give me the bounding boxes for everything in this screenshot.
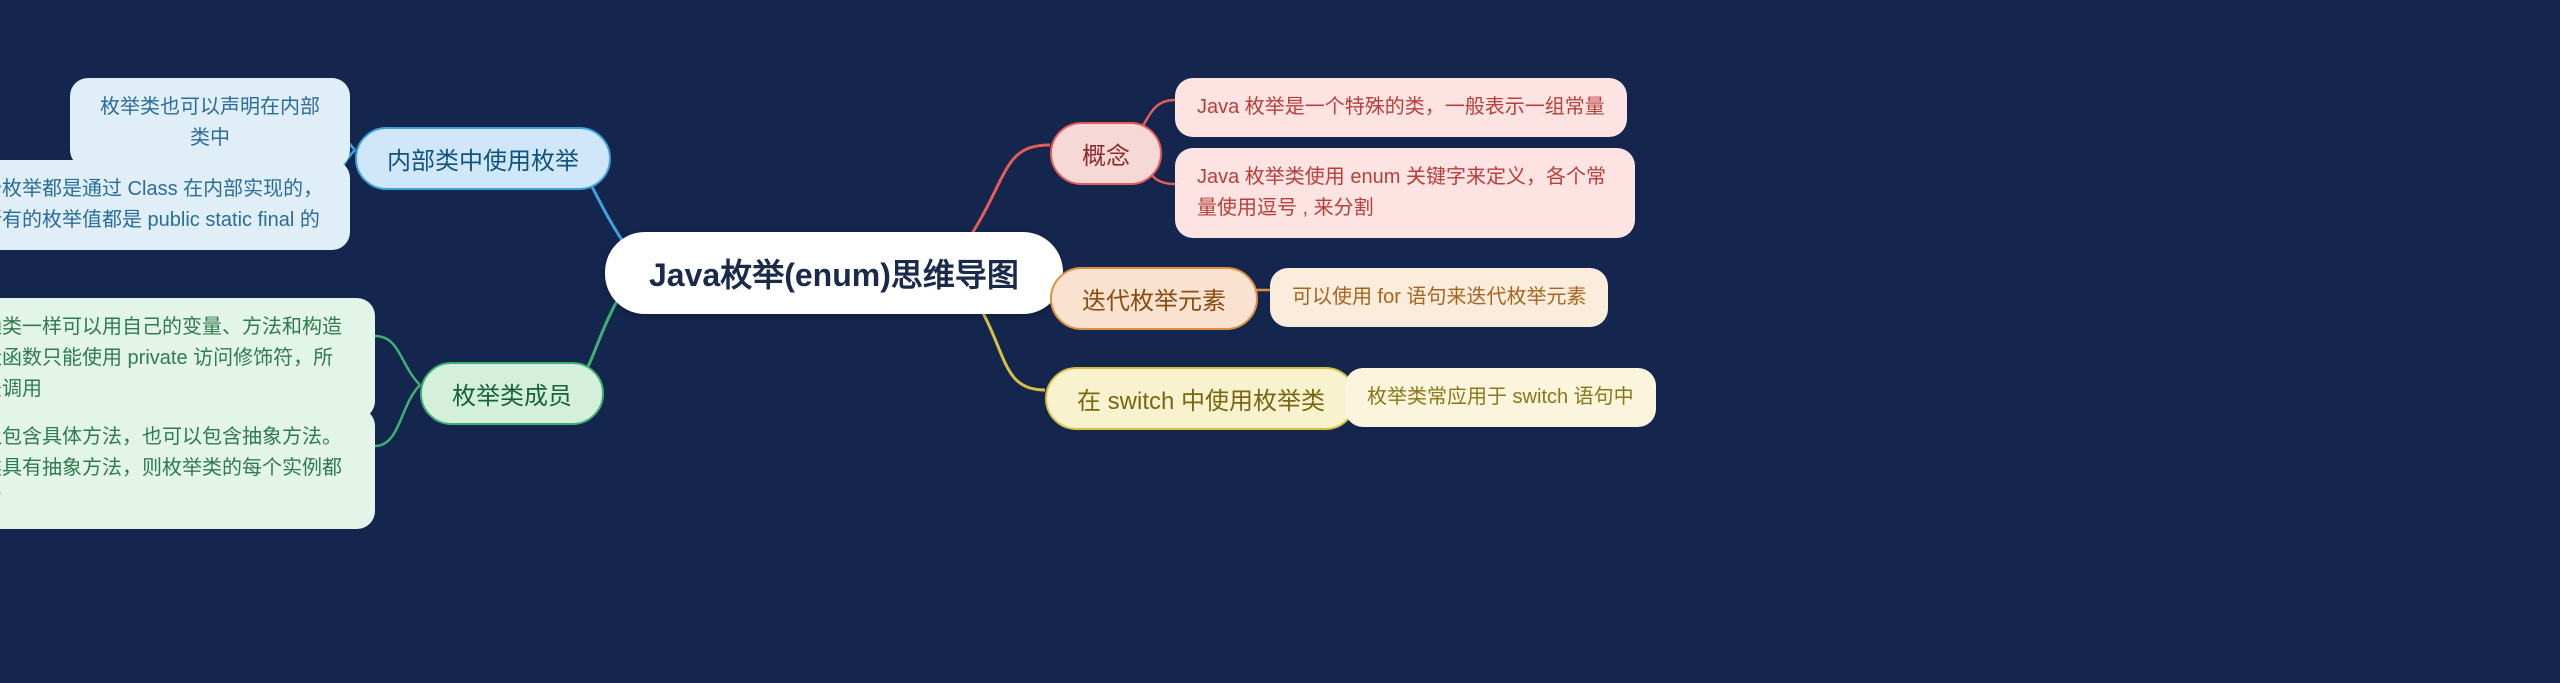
branch-iterate[interactable]: 迭代枚举元素: [1050, 267, 1258, 330]
leaf-iterate-0-text: 可以使用 for 语句来迭代枚举元素: [1292, 282, 1586, 313]
leaf-concept-1[interactable]: Java 枚举类使用 enum 关键字来定义，各个常量使用逗号 , 来分割: [1175, 148, 1635, 238]
root-title: Java枚举(enum)思维导图: [649, 250, 1019, 296]
leaf-members-0[interactable]: 枚举跟普通类一样可以用自己的变量、方法和构造函数，构造函数只能使用 privat…: [0, 298, 375, 419]
branch-concept-label: 概念: [1082, 136, 1130, 171]
leaf-inner-0-text: 枚举类也可以声明在内部类中: [92, 92, 328, 154]
leaf-members-1-text: 枚举既可以包含具体方法，也可以包含抽象方法。如果枚举类具有抽象方法，则枚举类的每…: [0, 422, 353, 515]
branch-iterate-label: 迭代枚举元素: [1082, 281, 1226, 316]
leaf-members-1[interactable]: 枚举既可以包含具体方法，也可以包含抽象方法。如果枚举类具有抽象方法，则枚举类的每…: [0, 408, 375, 529]
leaf-switch-0-text: 枚举类常应用于 switch 语句中: [1367, 382, 1634, 413]
branch-inner[interactable]: 内部类中使用枚举: [355, 127, 611, 190]
leaf-inner-1[interactable]: 每个枚举都是通过 Class 在内部实现的，且所有的枚举值都是 public s…: [0, 160, 350, 250]
branch-switch-label: 在 switch 中使用枚举类: [1077, 381, 1325, 416]
branch-switch[interactable]: 在 switch 中使用枚举类: [1045, 367, 1357, 430]
leaf-inner-0[interactable]: 枚举类也可以声明在内部类中: [70, 78, 350, 168]
branch-concept[interactable]: 概念: [1050, 122, 1162, 185]
leaf-switch-0[interactable]: 枚举类常应用于 switch 语句中: [1345, 368, 1656, 427]
leaf-concept-0-text: Java 枚举是一个特殊的类，一般表示一组常量: [1197, 92, 1605, 123]
leaf-iterate-0[interactable]: 可以使用 for 语句来迭代枚举元素: [1270, 268, 1608, 327]
leaf-members-0-text: 枚举跟普通类一样可以用自己的变量、方法和构造函数，构造函数只能使用 privat…: [0, 312, 353, 405]
branch-members-label: 枚举类成员: [452, 376, 572, 411]
branch-inner-label: 内部类中使用枚举: [387, 141, 579, 176]
leaf-inner-1-text: 每个枚举都是通过 Class 在内部实现的，且所有的枚举值都是 public s…: [0, 174, 328, 236]
root-node[interactable]: Java枚举(enum)思维导图: [605, 232, 1063, 314]
leaf-concept-1-text: Java 枚举类使用 enum 关键字来定义，各个常量使用逗号 , 来分割: [1197, 162, 1613, 224]
leaf-concept-0[interactable]: Java 枚举是一个特殊的类，一般表示一组常量: [1175, 78, 1627, 137]
branch-members[interactable]: 枚举类成员: [420, 362, 604, 425]
